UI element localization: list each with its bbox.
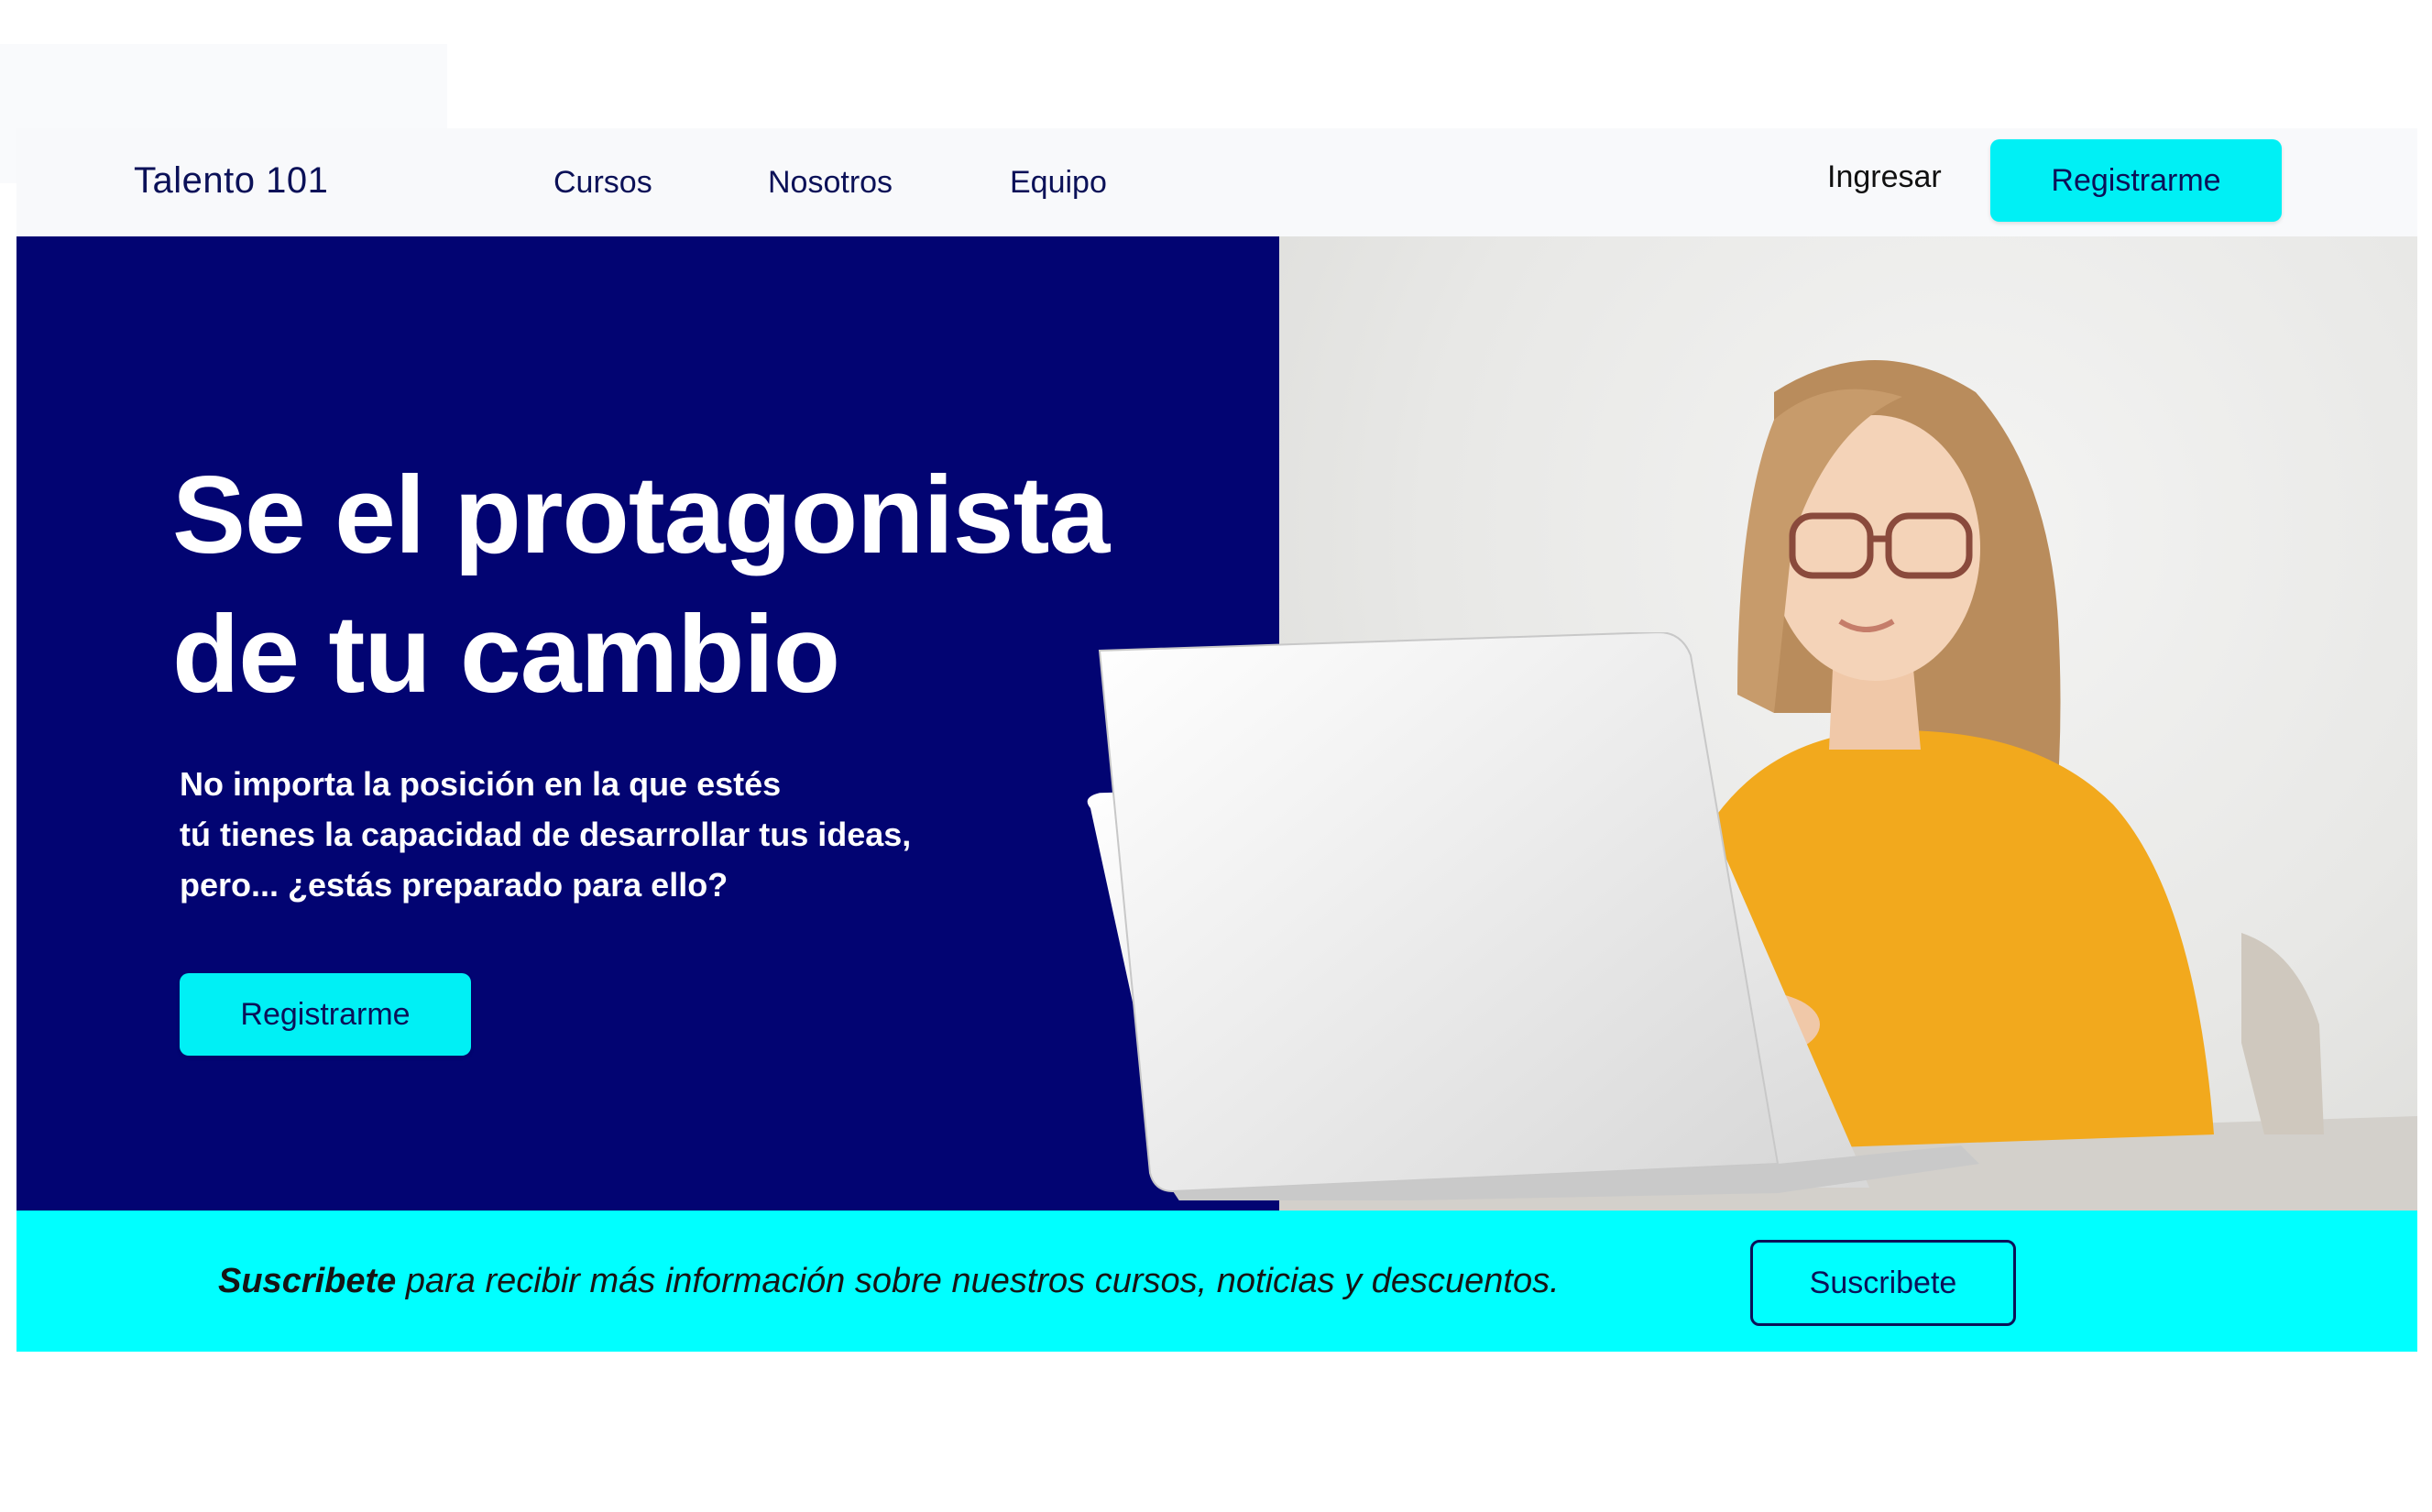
login-link[interactable]: Ingresar: [1827, 159, 1942, 195]
top-navbar: Talento 101 Cursos Nosotros Equipo Ingre…: [16, 128, 2417, 236]
nav-link-cursos[interactable]: Cursos: [553, 165, 652, 201]
hero-register-button[interactable]: Registrarme: [180, 973, 471, 1056]
laptop-back: [1098, 632, 1780, 1193]
hero-subtitle-line: pero... ¿estás preparado para ello?: [180, 866, 729, 904]
hero-subtitle-line: tú tienes la capacidad de desarrollar tu…: [180, 816, 912, 853]
brand-logo[interactable]: Talento 101: [134, 160, 328, 202]
subscribe-lead: Suscribete: [218, 1262, 397, 1300]
laptop: [1087, 632, 1979, 1200]
hero-title-line: de tu cambio: [172, 593, 840, 716]
nav-link-nosotros[interactable]: Nosotros: [768, 165, 893, 201]
chair: [2241, 933, 2324, 1134]
hero-title: Se el protagonista de tu cambio: [172, 445, 1110, 724]
hero-title-line: Se el protagonista: [172, 454, 1110, 576]
nav-register-button[interactable]: Registrarme: [1990, 139, 2282, 222]
subscribe-banner: Suscribete para recibir más información …: [16, 1211, 2417, 1352]
nav-link-equipo[interactable]: Equipo: [1010, 165, 1107, 201]
hero-subtitle: No importa la posición en la que estés t…: [180, 759, 911, 910]
subscribe-body: para recibir más información sobre nuest…: [396, 1262, 1560, 1300]
hero-section: Se el protagonista de tu cambio No impor…: [16, 236, 2417, 1211]
subscribe-message: Suscribete para recibir más información …: [218, 1262, 1560, 1301]
hero-subtitle-line: No importa la posición en la que estés: [180, 765, 782, 803]
subscribe-button[interactable]: Suscribete: [1750, 1240, 2016, 1326]
